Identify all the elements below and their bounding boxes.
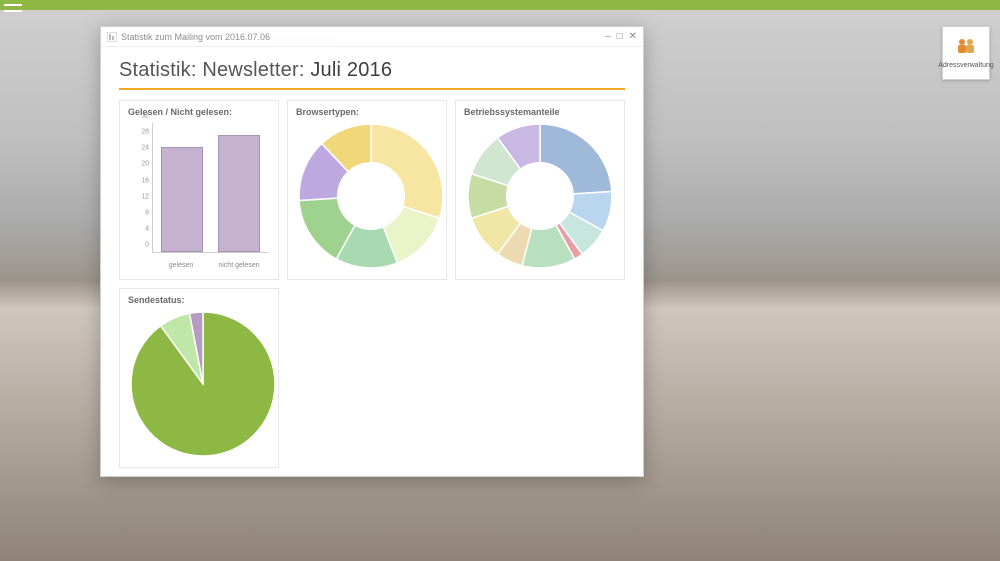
people-icon: [955, 37, 977, 60]
headline-part-c: Juli 2016: [310, 59, 392, 81]
statistics-window: Statistik zum Mailing vom 2016.07.06 ...…: [100, 26, 644, 477]
card-title: Sendestatus:: [128, 295, 270, 305]
bar-label: nicht gelesen: [209, 262, 269, 269]
headline-part-b: Newsletter:: [202, 59, 304, 81]
bar-label: gelesen: [151, 262, 211, 269]
card-browser-types: Browsertypen:: [287, 100, 447, 280]
bar-chart: 048121620242832gelesennicht gelesen: [128, 121, 270, 271]
address-management-label: Adressverwaltung: [938, 62, 994, 70]
window-app-icon: [107, 32, 117, 42]
card-title: Betriebssystemanteile: [464, 107, 616, 117]
donut-chart-os: [464, 121, 616, 271]
window-minimize-icon[interactable]: –: [605, 32, 611, 42]
window-title-blurred: ........................: [274, 32, 334, 42]
window-close-icon[interactable]: ✕: [629, 32, 637, 42]
window-maximize-icon[interactable]: □: [617, 32, 623, 42]
app-topbar: [0, 0, 1000, 10]
pie-chart-send: [128, 309, 270, 459]
card-title: Browsertypen:: [296, 107, 438, 117]
donut-chart-browser: [296, 121, 438, 271]
window-titlebar[interactable]: Statistik zum Mailing vom 2016.07.06 ...…: [101, 27, 643, 47]
card-os-share: Betriebssystemanteile: [455, 100, 625, 280]
window-title: Statistik zum Mailing vom 2016.07.06: [121, 32, 270, 42]
address-management-button[interactable]: Adressverwaltung: [942, 26, 990, 80]
headline-part-a: Statistik:: [119, 59, 197, 81]
bar-gelesen: [161, 147, 203, 252]
bar-nicht-gelesen: [218, 135, 260, 252]
card-title: Gelesen / Nicht gelesen:: [128, 107, 270, 117]
card-read-unread: Gelesen / Nicht gelesen: 048121620242832…: [119, 100, 279, 280]
card-send-status: Sendestatus:: [119, 288, 279, 468]
page-title: Statistik: Newsletter: Juli 2016: [119, 59, 625, 90]
hamburger-menu-icon[interactable]: [4, 0, 22, 12]
